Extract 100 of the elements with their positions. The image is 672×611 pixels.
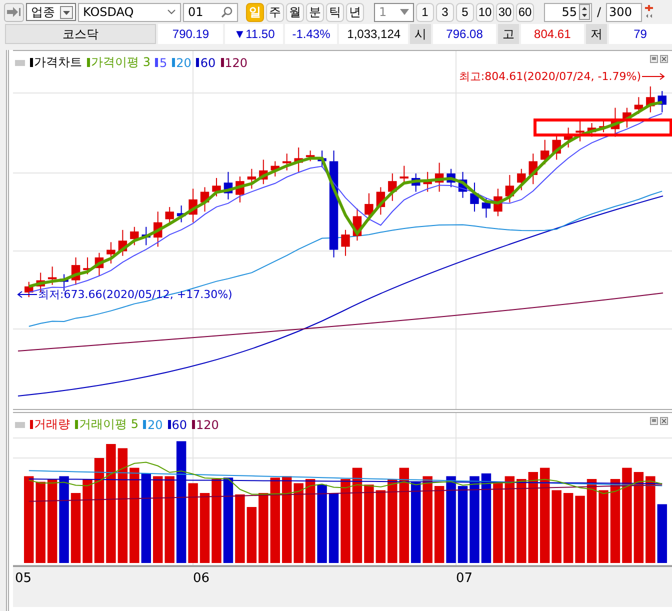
- candlestick: [576, 120, 584, 142]
- volume-bar: [563, 493, 574, 563]
- candlestick: [412, 172, 420, 192]
- candlestick: [142, 226, 150, 246]
- candlestick: [200, 186, 210, 212]
- change-percent: -1.43%: [285, 24, 338, 44]
- candlestick: [517, 168, 526, 191]
- legend-item: 가격이평 3: [87, 54, 150, 71]
- interval-button[interactable]: 60: [516, 2, 534, 22]
- period-tab[interactable]: 월: [286, 2, 304, 22]
- panel-handle-icon[interactable]: [15, 60, 25, 66]
- go-button[interactable]: [4, 2, 24, 22]
- legend-item: 120: [220, 56, 248, 70]
- candlestick: [505, 174, 514, 203]
- restore-icon[interactable]: [650, 417, 658, 425]
- candlestick: [470, 182, 479, 212]
- max-count-field[interactable]: 300: [606, 2, 642, 22]
- change-value: ▼11.50: [225, 24, 284, 44]
- legend-item: 가격차트: [30, 54, 82, 71]
- spinner-arrows-icon: [579, 4, 590, 20]
- close-icon[interactable]: [660, 417, 668, 425]
- candlestick: [294, 147, 303, 172]
- legend-item: 20: [172, 56, 192, 70]
- candlestick: [188, 188, 198, 223]
- candlestick: [634, 96, 644, 114]
- period-tab[interactable]: 틱: [326, 2, 344, 22]
- interval-button[interactable]: 10: [476, 2, 494, 22]
- candlestick: [118, 229, 128, 256]
- legend-item: 60: [196, 56, 216, 70]
- legend-item: 20: [143, 418, 163, 432]
- search-icon: [221, 6, 233, 18]
- candlestick: [71, 256, 80, 286]
- candlestick: [224, 171, 233, 200]
- candlestick: [458, 171, 468, 198]
- interval-button[interactable]: 1: [416, 2, 434, 22]
- legend-item: 거래이평 5: [75, 416, 138, 433]
- market-type-dropdown[interactable]: 업종: [26, 3, 76, 21]
- high-price-label: 최고:804.61(2020/07/24, -1.79%): [458, 69, 641, 84]
- low-price-label: 최저:673.66(2020/05/12, +17.30%): [38, 287, 232, 302]
- candlestick: [259, 159, 268, 185]
- volume-bar: [657, 504, 667, 563]
- interval-button[interactable]: 30: [496, 2, 514, 22]
- volume-value: 1,033,124: [339, 24, 408, 44]
- candlestick: [622, 107, 632, 128]
- volume-bar: [328, 493, 339, 563]
- candlestick: [130, 226, 139, 246]
- period-tab[interactable]: 년: [346, 2, 364, 22]
- candlestick: [106, 242, 116, 264]
- legend-item: 거래량: [30, 416, 70, 433]
- interval-button[interactable]: 3: [436, 2, 454, 22]
- candlestick: [306, 150, 315, 162]
- candlestick: [552, 134, 561, 160]
- candlestick: [318, 150, 326, 168]
- price-value: 790.19: [158, 24, 224, 44]
- candlestick: [60, 274, 68, 292]
- candlestick: [236, 176, 244, 203]
- candlestick: [352, 208, 362, 242]
- period-tab[interactable]: 분: [306, 2, 324, 22]
- close-icon[interactable]: [660, 55, 668, 63]
- code-field[interactable]: 01: [183, 2, 238, 22]
- candlestick: [376, 186, 386, 216]
- candlestick: [176, 205, 186, 223]
- candlestick: [646, 86, 655, 113]
- arrow-right-icon: [7, 7, 21, 17]
- candlestick: [482, 197, 491, 218]
- count-separator: /: [597, 5, 602, 19]
- quote-value: 804.61: [520, 24, 584, 44]
- dropdown-icon: [60, 6, 73, 18]
- legend-item: 60: [168, 418, 188, 432]
- candlestick: [154, 211, 162, 248]
- candlestick: [564, 127, 573, 148]
- volume-bar: [70, 493, 81, 563]
- candlestick: [341, 229, 350, 256]
- volume-bar: [575, 496, 585, 563]
- candlestick: [494, 188, 502, 217]
- candlestick: [364, 192, 374, 222]
- candlestick: [247, 168, 256, 190]
- symbol-field[interactable]: KOSDAQ: [78, 2, 181, 22]
- interval-button[interactable]: 5: [456, 2, 474, 22]
- candlestick: [270, 160, 280, 177]
- chevron-down-icon: [167, 9, 176, 15]
- panel-handle-icon[interactable]: [15, 422, 25, 428]
- quote-value: 796.08: [432, 24, 496, 44]
- candlestick: [48, 266, 57, 286]
- quote-label: 저: [586, 24, 607, 44]
- candlestick: [446, 168, 456, 188]
- candlestick: [212, 178, 221, 197]
- axis-label: 06: [193, 571, 210, 586]
- candlestick: [400, 165, 408, 184]
- restore-icon[interactable]: [650, 55, 658, 63]
- axis-label: 05: [15, 571, 32, 586]
- candlestick: [540, 139, 550, 165]
- count-spinner[interactable]: 55: [544, 2, 592, 22]
- period-tab[interactable]: 주: [266, 2, 284, 22]
- volume-bar: [246, 507, 257, 563]
- volume-bar: [235, 494, 245, 563]
- interval-dropdown[interactable]: 1: [374, 2, 414, 22]
- candlestick: [24, 281, 34, 298]
- legend-item: 120: [192, 418, 219, 432]
- quote-label: 시: [410, 24, 431, 44]
